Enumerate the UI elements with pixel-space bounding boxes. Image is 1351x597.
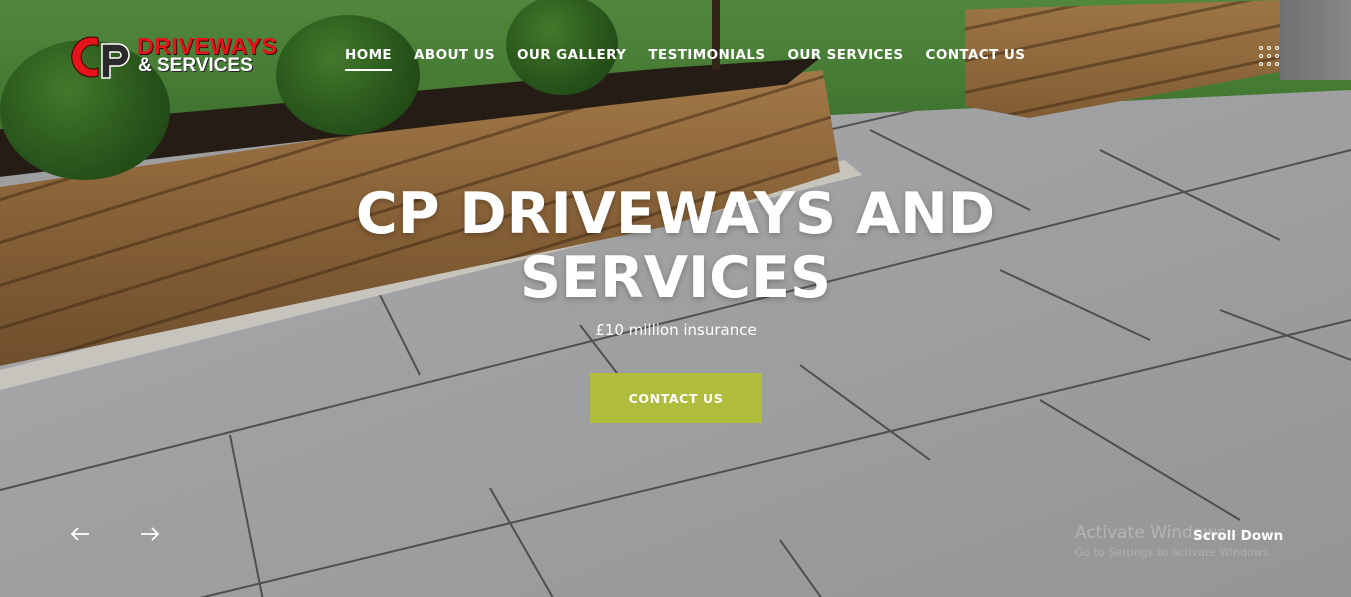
logo-text-services: & SERVICES <box>138 55 253 76</box>
nav-home[interactable]: HOME <box>345 47 393 71</box>
arrow-right-icon[interactable] <box>138 522 162 546</box>
hero-slider: DRIVEWAYS & SERVICES HOME ABOUT US OUR G… <box>0 0 1351 597</box>
hero-subtitle: £10 million insurance <box>595 321 757 339</box>
hero-title-line1: CP DRIVEWAYS AND <box>355 181 996 247</box>
main-nav: HOME ABOUT US OUR GALLERY TESTIMONIALS O… <box>345 47 1047 71</box>
nav-about-us[interactable]: ABOUT US <box>414 47 495 71</box>
cp-logo-icon <box>71 36 130 79</box>
nav-contact-us[interactable]: CONTACT US <box>926 47 1026 71</box>
scroll-down-link[interactable]: Scroll Down <box>1193 528 1283 544</box>
hero-title-line2: SERVICES <box>519 245 832 311</box>
arrow-left-icon[interactable] <box>68 522 92 546</box>
nav-our-gallery[interactable]: OUR GALLERY <box>517 47 626 71</box>
grid-dots-icon[interactable] <box>1259 46 1281 68</box>
contact-us-button[interactable]: CONTACT US <box>590 373 762 423</box>
nav-our-services[interactable]: OUR SERVICES <box>788 47 904 71</box>
hero-title: CP DRIVEWAYS AND SERVICES <box>300 182 1051 310</box>
nav-testimonials[interactable]: TESTIMONIALS <box>648 47 765 71</box>
site-logo[interactable]: DRIVEWAYS & SERVICES <box>68 34 283 82</box>
activate-windows-watermark-sub: Go to Settings to activate Windows. <box>1075 546 1273 559</box>
